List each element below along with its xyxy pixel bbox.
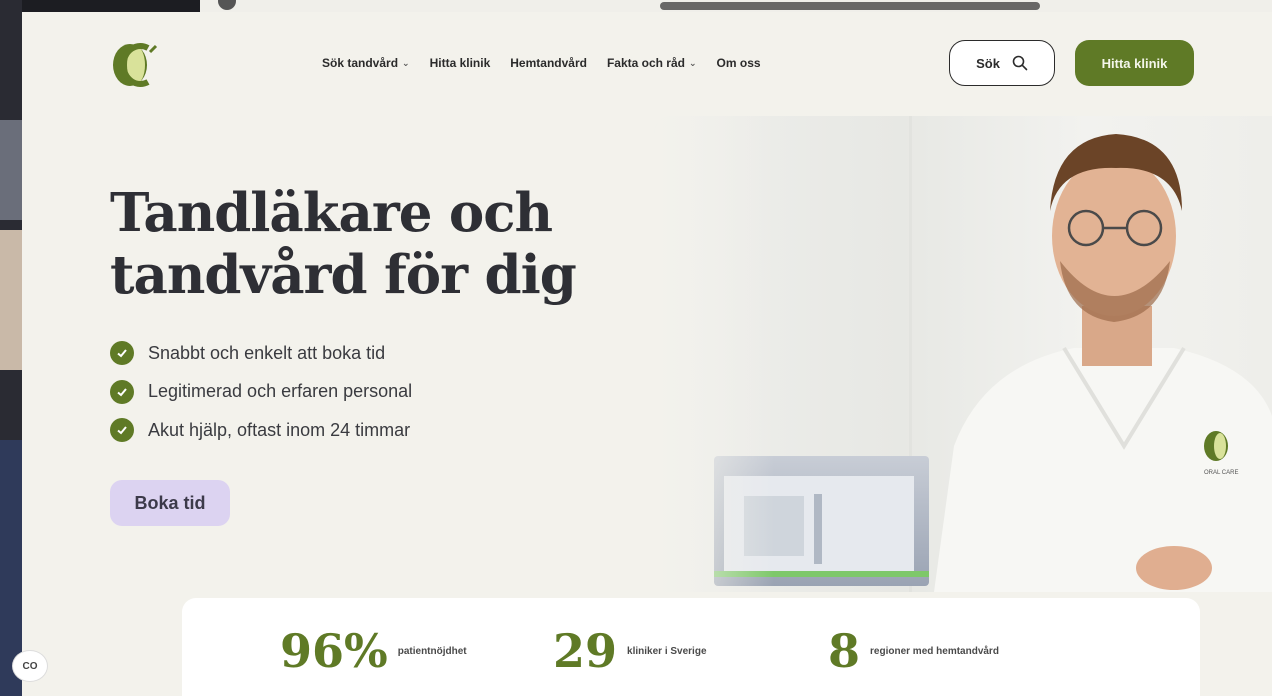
nav-item-om-oss[interactable]: Om oss [717, 56, 761, 70]
stat-item: 96% patientnöjdhet [280, 628, 467, 674]
check-icon [110, 341, 134, 366]
hero-title: Tandläkare och tandvård för dig [110, 182, 577, 306]
search-label: Sök [976, 55, 1000, 71]
nav-item-label: Om oss [716, 56, 761, 70]
hero-title-line: Tandläkare och [110, 182, 553, 244]
nav-item-fakta-och-rad[interactable]: Fakta och råd ⌄ [607, 56, 697, 70]
nav-item-hemtandvard[interactable]: Hemtandvård [510, 56, 587, 70]
hero-photo: ORAL CARE [654, 116, 1272, 592]
main-nav: Sök tandvård ⌄ Hitta klinik Hemtandvård … [322, 56, 761, 70]
find-clinic-button[interactable]: Hitta klinik [1075, 40, 1194, 86]
nav-item-label: Sök tandvård [322, 56, 399, 70]
scrubs-badge-text: ORAL CARE [1204, 470, 1238, 476]
dentist-illustration: ORAL CARE [654, 116, 1272, 592]
cookie-consent-button[interactable]: CO [12, 650, 48, 682]
feature-text: Akut hjälp, oftast inom 24 timmar [148, 419, 411, 440]
backdrop-shape [218, 0, 236, 10]
stat-value: 8 [828, 624, 861, 678]
nav-item-sok-tandvard[interactable]: Sök tandvård ⌄ [322, 56, 410, 70]
check-icon [110, 379, 134, 404]
check-icon [110, 418, 134, 443]
stat-value: 96% [280, 624, 388, 678]
nav-item-label: Hemtandvård [510, 56, 587, 70]
feature-text: Legitimerad och erfaren personal [148, 381, 413, 402]
chevron-down-icon: ⌄ [688, 57, 697, 68]
hero-title-line: tandvård för dig [110, 244, 577, 306]
backdrop-strip [0, 230, 22, 370]
feature-item: Snabbt och enkelt att boka tid [110, 334, 412, 373]
web-page: Sök tandvård ⌄ Hitta klinik Hemtandvård … [22, 12, 1272, 696]
stat-label: kliniker i Sverige [627, 645, 707, 657]
search-button[interactable]: Sök [949, 40, 1055, 86]
nav-item-label: Hitta klinik [429, 56, 491, 70]
feature-item: Akut hjälp, oftast inom 24 timmar [110, 411, 412, 450]
backdrop-strip [0, 120, 22, 220]
feature-list: Snabbt och enkelt att boka tid Legitimer… [110, 334, 412, 450]
nav-item-label: Fakta och råd [606, 56, 685, 70]
feature-item: Legitimerad och erfaren personal [110, 373, 412, 412]
search-icon [1012, 55, 1028, 71]
stat-value: 29 [553, 624, 618, 678]
book-appointment-button[interactable]: Boka tid [110, 480, 230, 526]
feature-text: Snabbt och enkelt att boka tid [148, 342, 386, 363]
stat-label: regioner med hemtandvård [870, 645, 999, 657]
stat-item: 8 regioner med hemtandvård [828, 628, 999, 674]
stat-item: 29 kliniker i Sverige [553, 628, 707, 674]
stats-bar: 96% patientnöjdhet 29 kliniker i Sverige… [182, 598, 1200, 696]
chevron-down-icon: ⌄ [402, 57, 410, 68]
backdrop-left [0, 0, 22, 696]
backdrop-shape [660, 2, 1040, 10]
nav-item-hitta-klinik[interactable]: Hitta klinik [430, 56, 491, 70]
oral-care-logo[interactable] [110, 42, 172, 88]
backdrop-top [200, 0, 1272, 12]
stat-label: patientnöjdhet [397, 645, 467, 657]
